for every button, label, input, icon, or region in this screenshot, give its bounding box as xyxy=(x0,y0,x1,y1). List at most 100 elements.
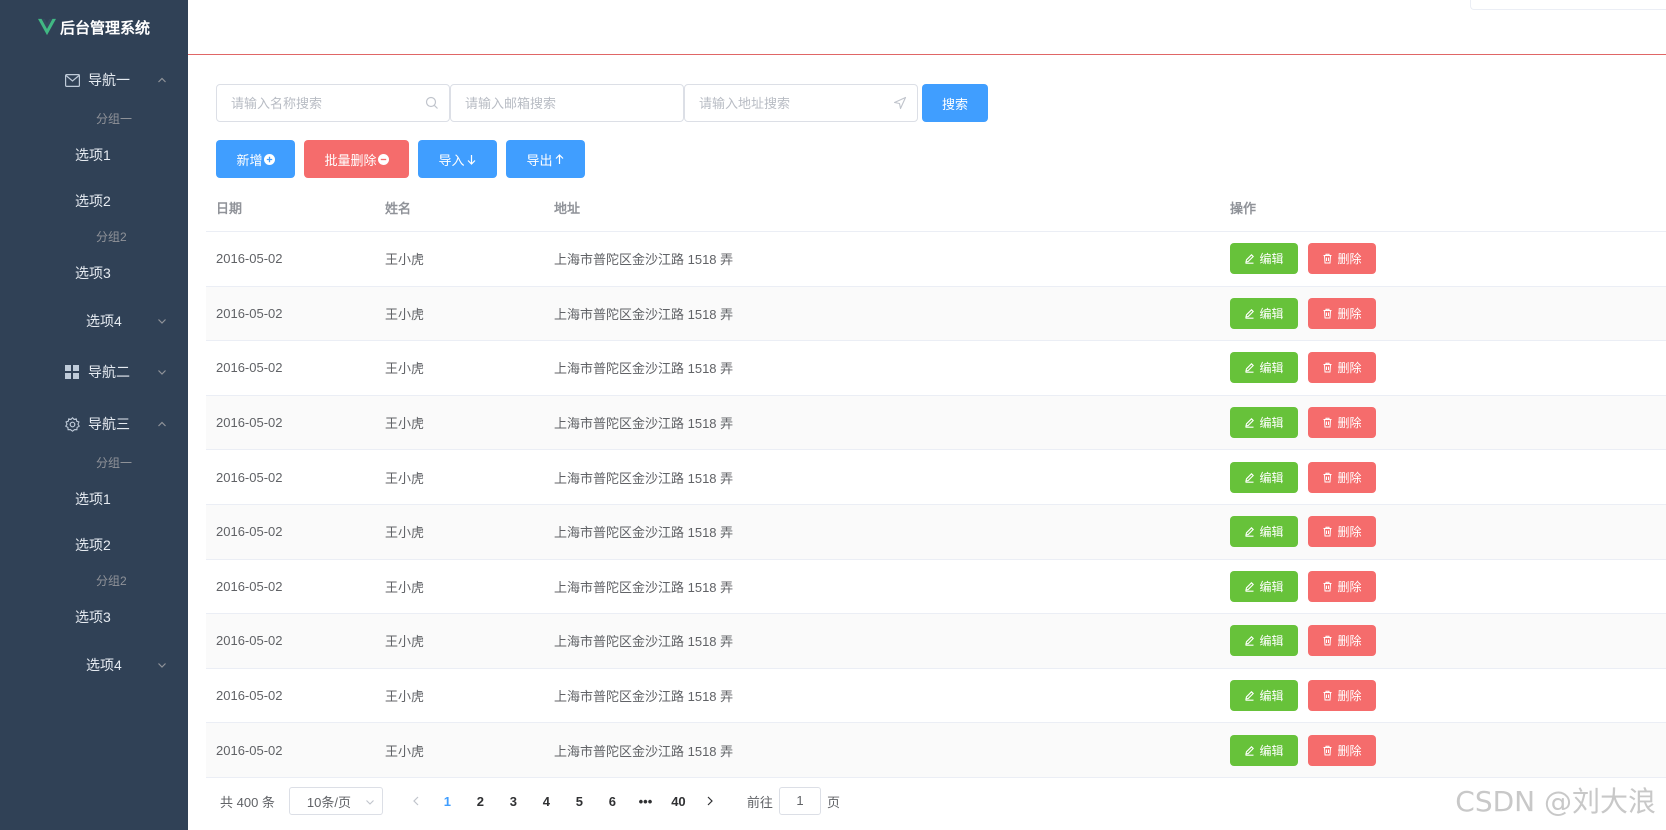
page-number[interactable]: 40 xyxy=(662,787,695,815)
edit-button[interactable]: 编辑 xyxy=(1230,680,1298,712)
page-number[interactable]: 3 xyxy=(497,787,530,815)
edit-button-label: 编辑 xyxy=(1259,361,1284,376)
group-title: 分组一 xyxy=(96,112,133,126)
email-search-input[interactable] xyxy=(451,85,683,121)
edit-button-label: 编辑 xyxy=(1259,689,1284,704)
edit-button[interactable]: 编辑 xyxy=(1230,243,1298,275)
edit-button[interactable]: 编辑 xyxy=(1230,734,1298,766)
watermark: CSDN @刘大浪 xyxy=(1455,785,1656,818)
edit-button[interactable]: 编辑 xyxy=(1230,352,1298,384)
batch-delete-button-label: 批量删除 xyxy=(324,152,377,168)
delete-button[interactable]: 删除 xyxy=(1308,570,1376,602)
menu-item-option2[interactable]: 选项2 xyxy=(0,178,188,224)
edit-button[interactable]: 编辑 xyxy=(1230,625,1298,657)
delete-button[interactable]: 删除 xyxy=(1308,516,1376,548)
trash-icon xyxy=(1323,472,1332,483)
page-ellipsis[interactable]: ••• xyxy=(629,787,662,815)
cell-date: 2016-05-02 xyxy=(216,251,283,267)
address-search-input[interactable] xyxy=(685,85,917,121)
sidebar: 后台管理系统 导航一 分组一 选项1 选项2 分组2 选项3 选项4 导航二 导… xyxy=(0,0,188,830)
delete-button-label: 删除 xyxy=(1337,470,1362,485)
edit-icon xyxy=(1245,254,1255,265)
page-number[interactable]: 6 xyxy=(596,787,629,815)
menu-item-option2[interactable]: 选项2 xyxy=(0,522,188,568)
edit-button[interactable]: 编辑 xyxy=(1230,516,1298,548)
cell-address: 上海市普陀区金沙江路 1518 弄 xyxy=(554,306,734,322)
export-button[interactable]: 导出 xyxy=(506,140,585,178)
menu-nav3[interactable]: 导航三 xyxy=(0,398,188,450)
edit-button[interactable]: 编辑 xyxy=(1230,407,1298,439)
delete-button[interactable]: 删除 xyxy=(1308,243,1376,275)
delete-button[interactable]: 删除 xyxy=(1308,407,1376,439)
page-size-select[interactable]: 10条/页 xyxy=(288,787,383,815)
cell-ops: 编辑 删除 xyxy=(1220,243,1376,275)
batch-delete-button[interactable]: 批量删除 xyxy=(304,140,409,178)
header xyxy=(188,0,1666,55)
menu-item-option1[interactable]: 选项1 xyxy=(0,476,188,522)
edit-button-label: 编辑 xyxy=(1259,634,1284,649)
table-row: 2016-05-02 王小虎 上海市普陀区金沙江路 1518 弄 编辑 删除 xyxy=(206,504,1666,560)
edit-button[interactable]: 编辑 xyxy=(1230,570,1298,602)
cell-date: 2016-05-02 xyxy=(216,633,283,649)
table-row: 2016-05-02 王小虎 上海市普陀区金沙江路 1518 弄 编辑 删除 xyxy=(206,395,1666,451)
goto-page-input[interactable]: 1 xyxy=(778,787,821,815)
circle-plus-icon xyxy=(263,153,275,165)
cell-name: 王小虎 xyxy=(385,689,425,705)
menu-nav2[interactable]: 导航二 xyxy=(0,346,188,398)
cell-ops: 编辑 删除 xyxy=(1220,680,1376,712)
trash-icon xyxy=(1323,636,1332,646)
next-page-button[interactable] xyxy=(698,787,722,815)
header-address: 地址 xyxy=(554,201,581,216)
cell-ops: 编辑 删除 xyxy=(1220,516,1376,548)
grid-icon xyxy=(64,364,80,380)
delete-button[interactable]: 删除 xyxy=(1308,680,1376,712)
menu-item-option1[interactable]: 选项1 xyxy=(0,132,188,178)
submenu-option4[interactable]: 选项4 xyxy=(0,296,188,346)
delete-button[interactable]: 删除 xyxy=(1308,352,1376,384)
submenu-option4-label: 选项4 xyxy=(86,657,122,673)
cell-date: 2016-05-02 xyxy=(216,742,283,758)
chevron-up-icon xyxy=(158,421,166,427)
address-search-field xyxy=(684,84,918,122)
prev-page-button[interactable] xyxy=(404,787,428,815)
edit-icon xyxy=(1245,745,1255,756)
menu-item-option3[interactable]: 选项3 xyxy=(0,250,188,296)
submenu-option4[interactable]: 选项4 xyxy=(0,640,188,690)
page-number[interactable]: 1 xyxy=(431,787,464,815)
header-corner xyxy=(1470,0,1666,10)
cell-name: 王小虎 xyxy=(385,470,425,486)
delete-button-label: 删除 xyxy=(1337,416,1362,431)
delete-button[interactable]: 删除 xyxy=(1308,461,1376,493)
data-table: 日期 姓名 地址 操作 2016-05-02 王小虎 上海市普陀区金沙江路 1518… xyxy=(206,184,1666,778)
trash-icon xyxy=(1323,253,1332,264)
name-search-input[interactable] xyxy=(217,85,449,121)
chevron-right-icon xyxy=(707,796,713,806)
page-number[interactable]: 4 xyxy=(530,787,563,815)
delete-button[interactable]: 删除 xyxy=(1308,625,1376,657)
menu-item-option3[interactable]: 选项3 xyxy=(0,594,188,640)
cell-ops: 编辑 删除 xyxy=(1220,625,1376,657)
page-number[interactable]: 5 xyxy=(563,787,596,815)
search-button[interactable]: 搜索 xyxy=(922,84,988,122)
table-row: 2016-05-02 王小虎 上海市普陀区金沙江路 1518 弄 编辑 删除 xyxy=(206,614,1666,669)
delete-button[interactable]: 删除 xyxy=(1308,734,1376,766)
page-size-value: 10条/页 xyxy=(306,794,351,810)
chevron-down-icon xyxy=(366,800,374,805)
trash-icon xyxy=(1323,308,1332,319)
menu-nav1[interactable]: 导航一 xyxy=(0,54,188,106)
table-row: 2016-05-02 王小虎 上海市普陀区金沙江路 1518 弄 编辑 删除 xyxy=(206,669,1666,724)
add-button[interactable]: 新增 xyxy=(216,140,295,178)
cell-ops: 编辑 删除 xyxy=(1220,734,1376,766)
delete-button[interactable]: 删除 xyxy=(1308,297,1376,329)
page-number[interactable]: 2 xyxy=(464,787,497,815)
table-row: 2016-05-02 王小虎 上海市普陀区金沙江路 1518 弄 编辑 删除 xyxy=(206,723,1666,778)
import-button[interactable]: 导入 xyxy=(418,140,497,178)
cell-address: 上海市普陀区金沙江路 1518 弄 xyxy=(554,634,734,650)
edit-button-label: 编辑 xyxy=(1259,252,1284,267)
edit-button[interactable]: 编辑 xyxy=(1230,461,1298,493)
edit-button-label: 编辑 xyxy=(1259,416,1284,431)
action-bar: 新增 批量删除 导入 导出 xyxy=(216,140,585,178)
trash-icon xyxy=(1323,363,1332,373)
cell-address: 上海市普陀区金沙江路 1518 弄 xyxy=(554,470,734,486)
edit-button[interactable]: 编辑 xyxy=(1230,297,1298,329)
